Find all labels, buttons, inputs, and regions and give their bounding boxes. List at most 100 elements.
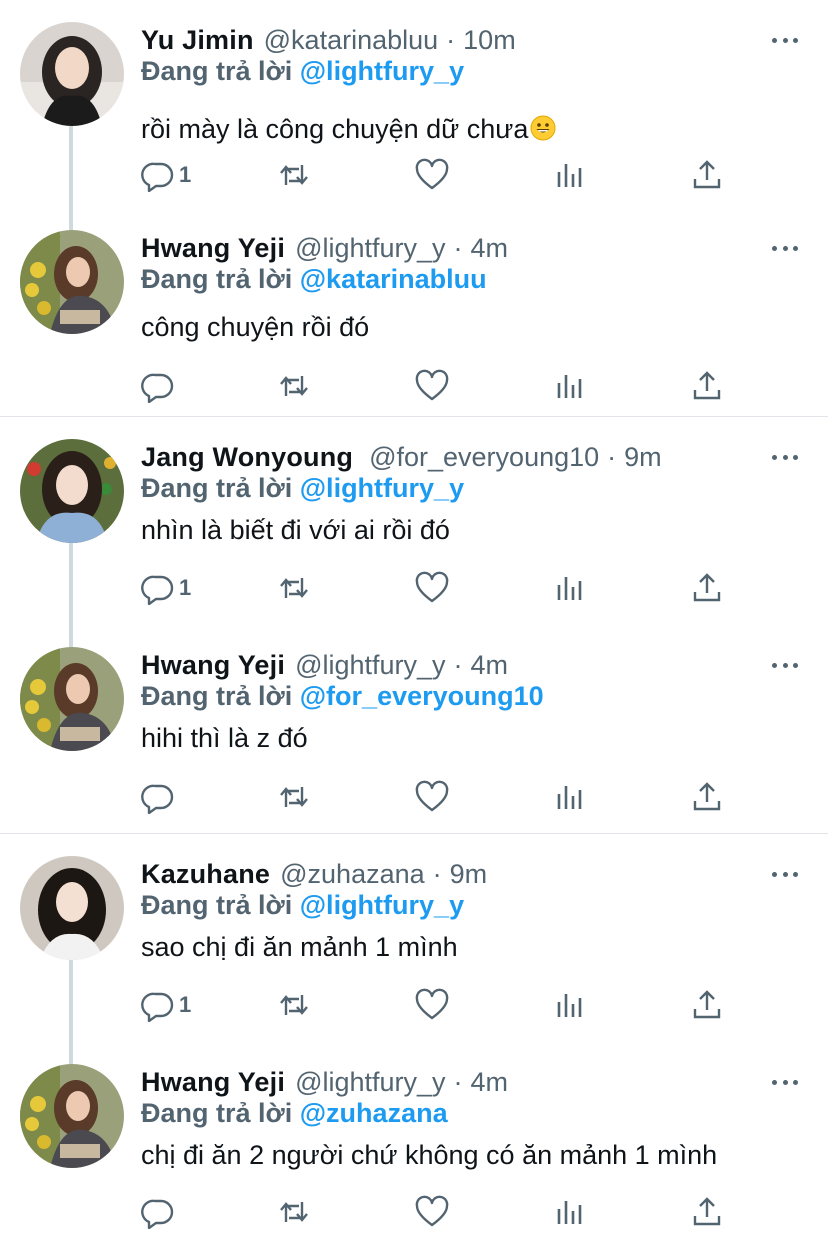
user-handle[interactable]: @lightfury_y (295, 233, 445, 264)
like-button[interactable] (415, 568, 449, 608)
tweet-text-content: công chuyện rồi đó (141, 312, 370, 342)
tweet[interactable]: Yu Jimin @katarinabluu · 10m Đang trả lờ… (0, 0, 828, 208)
reply-count: 1 (179, 162, 192, 187)
mention-link[interactable]: @katarinabluu (300, 264, 487, 294)
timestamp[interactable]: 9m (624, 442, 662, 473)
tweet[interactable]: Hwang Yeji @lightfury_y · 4m Đang trả lờ… (0, 208, 828, 416)
tweet[interactable]: Hwang Yeji @lightfury_y · 4m Đang trả lờ… (0, 1042, 828, 1250)
views-button[interactable] (553, 568, 587, 608)
mention-link[interactable]: @lightfury_y (300, 56, 464, 86)
tweet-text-content: nhìn là biết đi với ai rồi đó (141, 515, 450, 545)
more-icon[interactable] (772, 1072, 798, 1092)
reply-button[interactable]: 1 (141, 568, 191, 608)
share-button[interactable] (690, 1192, 724, 1232)
user-handle[interactable]: @for_everyoung10 (369, 442, 599, 473)
mention-link[interactable]: @lightfury_y (300, 890, 464, 920)
tweet[interactable]: Kazuhane @zuhazana · 9m Đang trả lời @li… (0, 834, 828, 1042)
views-button[interactable] (553, 366, 587, 406)
timestamp[interactable]: 4m (471, 1067, 509, 1098)
tweet-header: Hwang Yeji @lightfury_y · 4m (141, 230, 758, 266)
share-button[interactable] (690, 366, 724, 406)
heart-icon (415, 780, 449, 812)
replying-prefix: Đang trả lời (141, 264, 293, 294)
reply-icon (141, 575, 174, 605)
retweet-button[interactable] (277, 366, 311, 406)
user-handle[interactable]: @zuhazana (280, 859, 425, 890)
avatar[interactable] (20, 647, 124, 751)
tweet-header: Hwang Yeji @lightfury_y · 4m (141, 647, 758, 683)
share-icon (693, 573, 721, 602)
timestamp[interactable]: 10m (463, 25, 516, 56)
reply-button[interactable]: 1 (141, 985, 191, 1025)
reply-button[interactable]: 1 (141, 155, 191, 195)
replying-prefix: Đang trả lời (141, 56, 293, 86)
more-icon[interactable] (772, 864, 798, 884)
tweet[interactable]: Hwang Yeji @lightfury_y · 4m Đang trả lờ… (0, 625, 828, 833)
user-handle[interactable]: @lightfury_y (295, 650, 445, 681)
like-button[interactable] (415, 366, 449, 406)
reply-button[interactable] (141, 777, 179, 817)
timestamp[interactable]: 4m (471, 233, 509, 264)
heart-icon (415, 369, 449, 401)
display-name[interactable]: Jang Wonyoung (141, 442, 353, 473)
views-button[interactable] (553, 155, 587, 195)
tweet[interactable]: Jang Wonyoung @for_everyoung10 · 9m Đang… (0, 417, 828, 625)
views-icon (557, 994, 582, 1017)
tweet-text-content: hihi thì là z đó (141, 723, 308, 753)
replying-prefix: Đang trả lời (141, 473, 293, 503)
replying-to: Đang trả lời @lightfury_y (141, 56, 464, 87)
separator-dot: · (432, 858, 442, 889)
display-name[interactable]: Hwang Yeji (141, 1067, 285, 1098)
views-button[interactable] (553, 1192, 587, 1232)
mention-link[interactable]: @zuhazana (300, 1098, 448, 1128)
tweet-text-content: rồi mày là công chuyện dữ chưa (141, 114, 529, 144)
display-name[interactable]: Kazuhane (141, 859, 270, 890)
like-button[interactable] (415, 985, 449, 1025)
share-button[interactable] (690, 568, 724, 608)
tweet-text: sao chị đi ăn mảnh 1 mình (141, 932, 458, 963)
views-button[interactable] (553, 985, 587, 1025)
mention-link[interactable]: @for_everyoung10 (300, 681, 544, 711)
retweet-button[interactable] (277, 155, 311, 195)
more-icon[interactable] (772, 655, 798, 675)
retweet-button[interactable] (277, 568, 311, 608)
mention-link[interactable]: @lightfury_y (300, 473, 464, 503)
views-button[interactable] (553, 777, 587, 817)
retweet-button[interactable] (277, 777, 311, 817)
like-button[interactable] (415, 155, 449, 195)
tweet-actions: 1 (141, 568, 741, 608)
tweet-actions (141, 1192, 741, 1232)
reply-count: 1 (179, 575, 192, 600)
like-button[interactable] (415, 1192, 449, 1232)
timestamp[interactable]: 4m (471, 650, 509, 681)
views-icon (557, 1201, 582, 1224)
user-handle[interactable]: @lightfury_y (295, 1067, 445, 1098)
views-icon (557, 164, 582, 187)
more-icon[interactable] (772, 238, 798, 258)
display-name[interactable]: Hwang Yeji (141, 650, 285, 681)
more-icon[interactable] (772, 30, 798, 50)
user-handle[interactable]: @katarinabluu (264, 25, 439, 56)
avatar[interactable] (20, 439, 124, 543)
reply-button[interactable] (141, 1192, 179, 1232)
share-button[interactable] (690, 777, 724, 817)
separator-dot: · (453, 1066, 463, 1097)
like-button[interactable] (415, 777, 449, 817)
avatar[interactable] (20, 22, 124, 126)
replying-to: Đang trả lời @katarinabluu (141, 264, 487, 295)
avatar[interactable] (20, 856, 124, 960)
display-name[interactable]: Hwang Yeji (141, 233, 285, 264)
timestamp[interactable]: 9m (450, 859, 488, 890)
more-icon[interactable] (772, 447, 798, 467)
avatar[interactable] (20, 1064, 124, 1168)
tweet-text-content: sao chị đi ăn mảnh 1 mình (141, 932, 458, 962)
thread: Kazuhane @zuhazana · 9m Đang trả lời @li… (0, 833, 828, 1250)
thread: Yu Jimin @katarinabluu · 10m Đang trả lờ… (0, 0, 828, 416)
share-button[interactable] (690, 155, 724, 195)
display-name[interactable]: Yu Jimin (141, 25, 254, 56)
reply-button[interactable] (141, 366, 179, 406)
retweet-button[interactable] (277, 1192, 311, 1232)
share-button[interactable] (690, 985, 724, 1025)
retweet-button[interactable] (277, 985, 311, 1025)
avatar[interactable] (20, 230, 124, 334)
